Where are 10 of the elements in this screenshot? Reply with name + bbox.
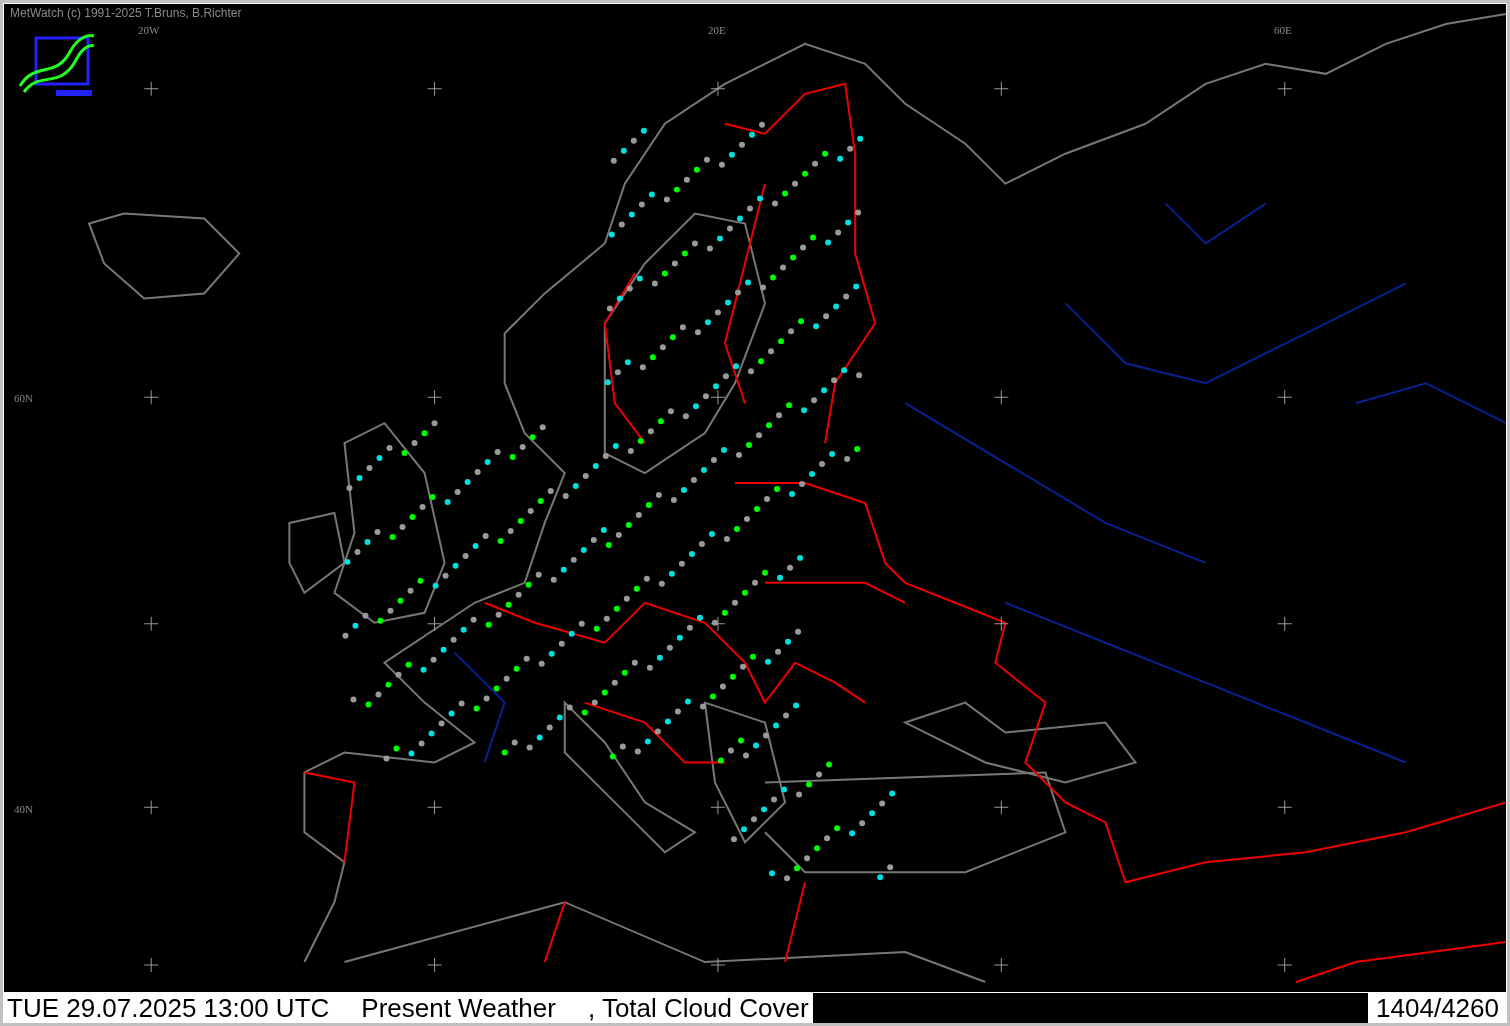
grid-label: 40N [14,803,33,815]
layer-label: Present Weather [361,993,556,1023]
grid-label: 60E [1274,24,1292,36]
grid-label: 60N [14,392,33,404]
copyright-title: MetWatch (c) 1991-2025 T.Bruns, B.Richter [10,6,242,20]
grid-label: 20E [708,24,726,36]
grid-label: 20W [138,24,160,36]
station-count: 1404/4260 [1368,993,1507,1023]
datetime-label: TUE 29.07.2025 13:00 UTC [7,993,330,1023]
layer-label: , Total Cloud Cover [587,993,809,1023]
